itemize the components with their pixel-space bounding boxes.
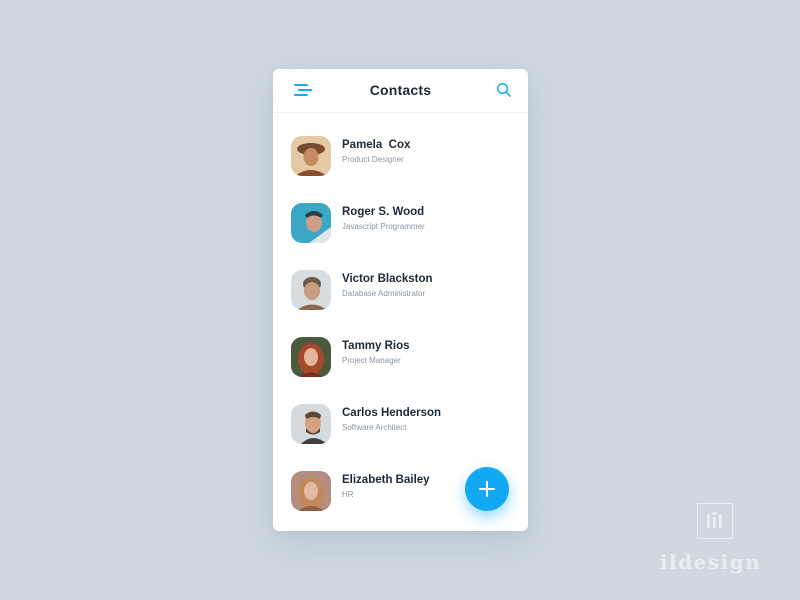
contact-name: Carlos Henderson (342, 407, 442, 419)
watermark-text: ildesign (660, 550, 762, 574)
contacts-screen: Contacts Pamela Cox Product Designer Rog… (273, 69, 528, 531)
contact-item[interactable]: Carlos Henderson Software Architect (273, 394, 528, 461)
contact-name: Elizabeth Bailey (342, 474, 430, 486)
contact-role: Javascript Programmer (342, 222, 425, 231)
avatar (291, 136, 331, 176)
contact-role: Product Designer (342, 155, 404, 164)
avatar (291, 270, 331, 310)
avatar (291, 471, 331, 511)
search-icon[interactable] (496, 82, 512, 98)
contact-item[interactable]: Pamela Cox Product Designer (273, 126, 528, 193)
contact-item[interactable]: Tammy Rios Project Manager (273, 327, 528, 394)
app-header: Contacts (273, 69, 528, 113)
plus-icon (479, 488, 495, 490)
avatar (291, 203, 331, 243)
contact-name: Tammy Rios (342, 340, 410, 352)
watermark-logo (697, 503, 733, 539)
contact-role: HR (342, 490, 354, 499)
contact-item[interactable]: Victor Blackston Database Administrator (273, 260, 528, 327)
contact-role: Software Architect (342, 423, 407, 432)
contact-name: Victor Blackston (342, 273, 433, 285)
avatar (291, 404, 331, 444)
contact-role: Database Administrator (342, 289, 426, 298)
contact-name: Roger S. Wood (342, 206, 425, 218)
contact-name: Pamela Cox (342, 139, 411, 151)
avatar (291, 337, 331, 377)
page-title: Contacts (369, 82, 432, 98)
add-contact-button[interactable] (465, 467, 509, 511)
contact-role: Project Manager (342, 356, 401, 365)
contact-item[interactable]: Roger S. Wood Javascript Programmer (273, 193, 528, 260)
